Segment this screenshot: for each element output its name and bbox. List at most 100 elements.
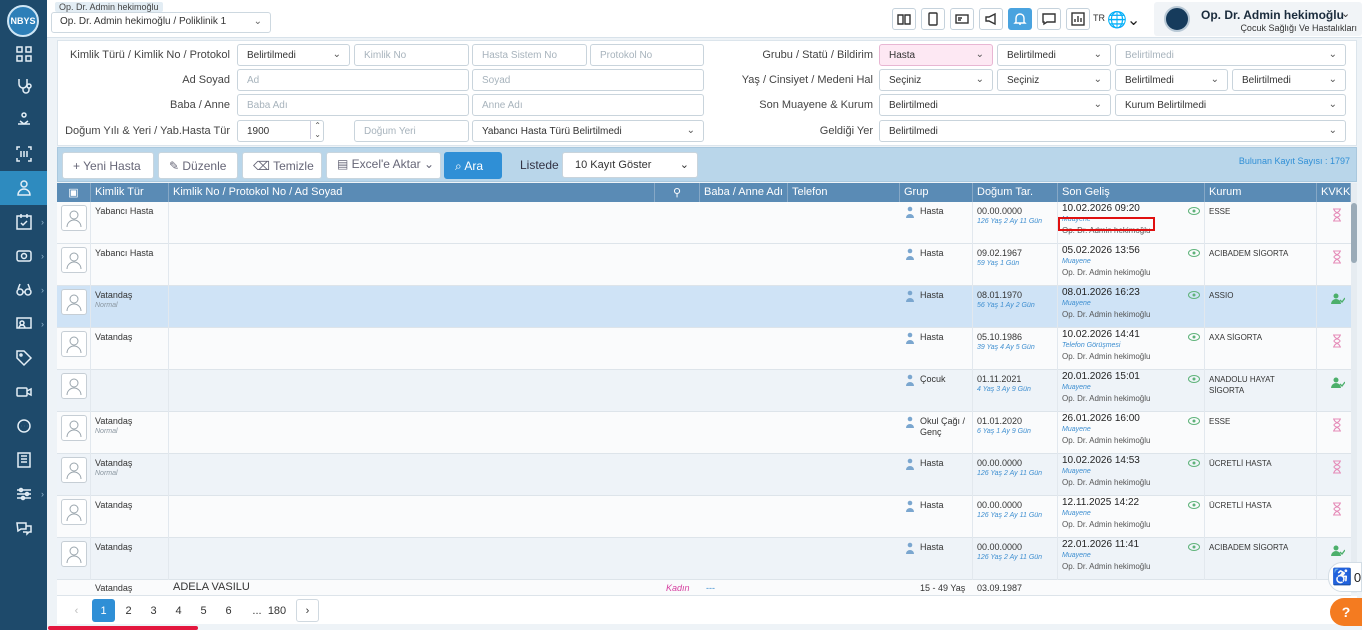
hourglass-icon[interactable] — [1331, 418, 1343, 432]
accessibility-widget[interactable]: ♿ 0 — [1328, 562, 1362, 592]
name-cell[interactable] — [169, 538, 900, 580]
hasta-sistem-no-input[interactable]: Hasta Sistem No — [472, 44, 587, 66]
page-2[interactable]: 2 — [117, 599, 140, 622]
search-button[interactable]: ⌕ Ara — [444, 152, 502, 179]
edit-button[interactable]: ✎ Düzenle — [158, 152, 238, 179]
table-row[interactable]: Vatandaş ADELA VASILU Kadın --- 15 - 49 Yaş 0… — [57, 580, 1351, 596]
settings-sliders-icon[interactable]: › — [0, 477, 47, 511]
page-3[interactable]: 3 — [142, 599, 165, 622]
poliklinik-select[interactable]: Op. Dr. Admin hekimoğlu / Poliklinik 1 ⌄ — [51, 12, 271, 33]
patient-photo-icon[interactable] — [61, 415, 87, 441]
eye-icon[interactable] — [1188, 542, 1200, 552]
medeni-hal-2-select[interactable]: Belirtilmedi ⌄ — [1232, 69, 1346, 91]
hourglass-icon[interactable] — [1331, 250, 1343, 264]
patient-photo-icon[interactable] — [61, 205, 87, 231]
name-cell[interactable] — [169, 412, 900, 454]
dashboard-icon[interactable] — [0, 37, 47, 71]
language-code[interactable]: TR — [1093, 13, 1105, 23]
page-5[interactable]: 5 — [192, 599, 215, 622]
app-logo[interactable]: NBYS — [7, 5, 39, 37]
table-row[interactable]: Yabancı Hasta Hasta 09.02.1967 59 Yaş 1 Gün… — [57, 244, 1351, 286]
baba-adi-input[interactable]: Baba Adı — [237, 94, 469, 116]
patients-icon[interactable] — [0, 171, 47, 205]
help-button[interactable]: ? — [1330, 598, 1362, 626]
col-kimlik-tur[interactable]: Kimlik Tür — [91, 183, 169, 202]
eye-icon[interactable] — [1188, 416, 1200, 426]
book-icon[interactable] — [0, 443, 47, 477]
name-cell[interactable] — [169, 328, 900, 370]
yas-select[interactable]: Seçiniz ⌄ — [879, 69, 993, 91]
name-cell[interactable] — [169, 286, 900, 328]
globe-icon[interactable]: 🌐⌄ — [1107, 10, 1140, 30]
patient-photo-icon[interactable] — [61, 247, 87, 273]
glasses-icon[interactable]: › — [0, 273, 47, 307]
prev-page-icon[interactable]: ‹ — [65, 599, 88, 622]
son-muayene-select[interactable]: Belirtilmedi ⌄ — [879, 94, 1111, 116]
hourglass-icon[interactable] — [1331, 502, 1343, 516]
anne-adi-input[interactable]: Anne Adı — [472, 94, 704, 116]
stethoscope-icon[interactable] — [0, 69, 47, 103]
hourglass-icon[interactable] — [1331, 334, 1343, 348]
col-kvkk[interactable]: KVKK — [1317, 183, 1351, 202]
cinsiyet-select[interactable]: Seçiniz ⌄ — [997, 69, 1111, 91]
excel-export-button[interactable]: ▤ Excel'e Aktar ⌄ — [326, 152, 441, 179]
tablet-icon[interactable] — [921, 8, 945, 30]
col-telefon[interactable]: Telefon — [788, 183, 900, 202]
scrollbar-thumb[interactable] — [1351, 203, 1357, 263]
barcode-scan-icon[interactable] — [0, 137, 47, 171]
hourglass-icon[interactable] — [1331, 208, 1343, 222]
message-icon[interactable] — [1037, 8, 1061, 30]
eye-icon[interactable] — [1188, 290, 1200, 300]
table-row[interactable]: Vatandaş Hasta 00.00.0000 126 Yaş 2 Ay 11 G… — [57, 538, 1351, 580]
page-1[interactable]: 1 — [92, 599, 115, 622]
medeni-hal-select[interactable]: Belirtilmedi ⌄ — [1115, 69, 1228, 91]
col-ad-soyad[interactable]: Kimlik No / Protokol No / Ad Soyad — [169, 183, 655, 202]
kimlik-no-input[interactable]: Kimlik No — [354, 44, 469, 66]
page-size-select[interactable]: 10 Kayıt Göster ⌄ — [562, 152, 698, 178]
ad-input[interactable]: Ad — [237, 69, 469, 91]
dogum-yeri-input[interactable]: Doğum Yeri — [354, 120, 469, 142]
next-page-icon[interactable]: › — [296, 599, 319, 622]
soyad-input[interactable]: Soyad — [472, 69, 704, 91]
eye-icon[interactable] — [1188, 500, 1200, 510]
name-cell[interactable] — [169, 202, 900, 244]
support-chat-icon[interactable] — [0, 511, 47, 545]
page-180[interactable]: 180 — [262, 599, 292, 622]
kimlik-turu-select[interactable]: Belirtilmedi ⌄ — [237, 44, 350, 66]
dogum-yili-stepper[interactable]: 1900 ⌃ ⌄ — [237, 120, 324, 142]
eye-icon[interactable] — [1188, 332, 1200, 342]
table-row[interactable]: Vatandaş Hasta 00.00.0000 126 Yaş 2 Ay 11 G… — [57, 496, 1351, 538]
patient-bed-icon[interactable] — [0, 103, 47, 137]
eye-icon[interactable] — [1188, 248, 1200, 258]
stepper-arrows-icon[interactable]: ⌃ ⌄ — [310, 121, 321, 139]
col-dogum-tar[interactable]: Doğum Tar. — [973, 183, 1058, 202]
name-cell[interactable] — [169, 454, 900, 496]
table-row[interactable]: Vatandaş Hasta 05.10.1986 39 Yaş 4 Ay 5 Gün… — [57, 328, 1351, 370]
name-cell[interactable] — [169, 496, 900, 538]
patient-photo-icon[interactable] — [61, 373, 87, 399]
grubu-select[interactable]: Hasta ⌄ — [879, 44, 993, 66]
doctor-board-icon[interactable]: › — [0, 307, 47, 341]
patient-photo-icon[interactable] — [61, 457, 87, 483]
table-row[interactable]: Vatandaş Normal Hasta 08.01.1970 56 Yaş 1 Ay… — [57, 286, 1351, 328]
statu-select[interactable]: Belirtilmedi ⌄ — [997, 44, 1111, 66]
clear-button[interactable]: ⌫ Temizle — [242, 152, 322, 179]
user-check-icon[interactable] — [1331, 292, 1346, 306]
bell-icon[interactable] — [1008, 8, 1032, 30]
yabanci-hasta-turu-select[interactable]: Yabancı Hasta Türü Belirtilmedi ⌄ — [472, 120, 704, 142]
col-baba-anne[interactable]: Baba / Anne Adı — [700, 183, 788, 202]
patient-photo-icon[interactable] — [61, 331, 87, 357]
patient-photo-icon[interactable] — [61, 289, 87, 315]
table-row[interactable]: Çocuk 01.11.2021 4 Yaş 3 Ay 9 Gün 20.01.202… — [57, 370, 1351, 412]
bildirim-select[interactable]: Belirtilmedi ⌄ — [1115, 44, 1346, 66]
page-6[interactable]: 6 — [217, 599, 240, 622]
tags-icon[interactable] — [0, 341, 47, 375]
user-check-icon[interactable] — [1331, 376, 1346, 390]
calendar-check-icon[interactable]: › — [0, 205, 47, 239]
user-menu[interactable]: Op. Dr. Admin hekimoğlu Çocuk Sağlığı Ve… — [1154, 2, 1362, 36]
col-kurum[interactable]: Kurum — [1205, 183, 1317, 202]
eye-icon[interactable] — [1188, 374, 1200, 384]
geldigi-yer-select[interactable]: Belirtilmedi ⌄ — [879, 120, 1346, 142]
patient-photo-icon[interactable] — [61, 541, 87, 567]
protokol-no-input[interactable]: Protokol No — [590, 44, 704, 66]
